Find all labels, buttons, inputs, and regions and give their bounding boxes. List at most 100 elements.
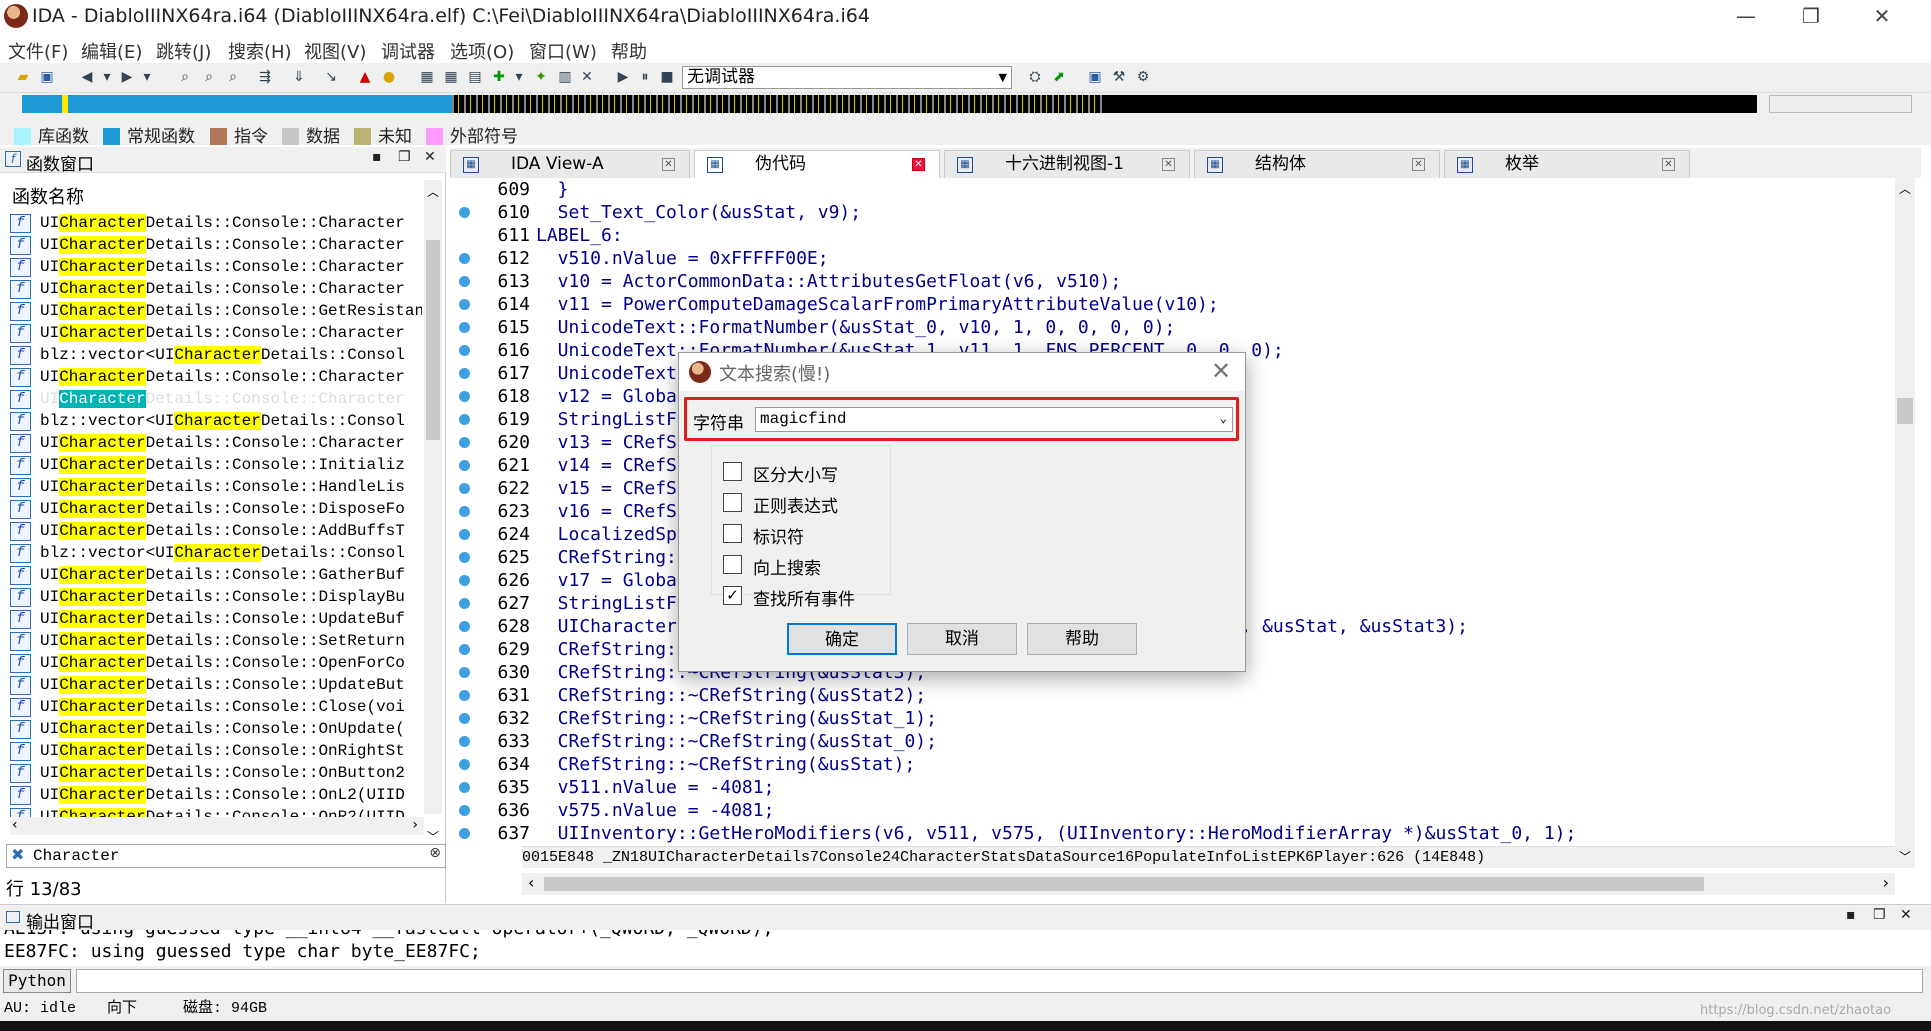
scroll-down-icon[interactable]: ﹀ [427, 828, 439, 845]
function-list-item[interactable]: f UICharacterDetails::Console::DisposeFo [10, 498, 422, 520]
menu-debugger[interactable]: 调试器 [381, 38, 435, 64]
function-list-item[interactable]: f UICharacterDetails::Console::AddBuffsT [10, 520, 422, 542]
breakpoint-dot[interactable] [459, 299, 470, 310]
function-list-item[interactable]: f UICharacterDetails::Console::Character [10, 256, 422, 278]
help-button[interactable]: 帮助 [1027, 623, 1137, 655]
close-window-button[interactable]: ✕ [1853, 0, 1911, 33]
function-list-item[interactable]: f UICharacterDetails::Console::Initializ [10, 454, 422, 476]
breakpoint-dot[interactable] [459, 552, 470, 563]
checkbox[interactable] [723, 493, 742, 512]
function-list-item[interactable]: f blz::vector<UICharacterDetails::Consol [10, 410, 422, 432]
tab-structures[interactable]: ▦ 结构体 ✕ [1194, 150, 1440, 178]
menu-edit[interactable]: 编辑(E) [81, 38, 142, 64]
add-icon[interactable]: ✚ [490, 68, 508, 86]
breakpoint-dot[interactable] [459, 805, 470, 816]
output-text[interactable]: AE15F: using guessed type __int64 __fast… [0, 930, 1908, 964]
minimize-pane-icon[interactable]: ▪ [1846, 907, 1856, 923]
function-list-item[interactable]: f blz::vector<UICharacterDetails::Consol [10, 344, 422, 366]
scroll-down-icon[interactable]: ﹀ [1899, 848, 1911, 865]
save-icon[interactable]: ▣ [38, 68, 56, 86]
function-list-item[interactable]: f UICharacterDetails::Console::Character [10, 234, 422, 256]
dropdown-icon[interactable]: ▾ [138, 68, 156, 86]
undefine-icon[interactable]: ✕ [578, 68, 596, 86]
function-filter-input[interactable]: ✖ Character ⊗ [6, 844, 446, 868]
function-list-item[interactable]: f blz::vector<UICharacterDetails::Consol [10, 542, 422, 564]
function-list-item[interactable]: f UICharacterDetails::Console::DisplayBu [10, 586, 422, 608]
navigation-band[interactable] [22, 95, 1757, 113]
breakpoint-dot[interactable] [459, 575, 470, 586]
restore-button[interactable]: ❐ [1782, 0, 1840, 33]
search-text-icon[interactable]: ⌕ [176, 68, 194, 86]
breakpoint-dot[interactable] [459, 391, 470, 402]
breakpoint-dot[interactable] [459, 736, 470, 747]
scroll-right-icon[interactable]: › [412, 817, 418, 833]
scroll-up-icon[interactable]: ︿ [427, 183, 439, 200]
breakpoint-dot[interactable] [459, 529, 470, 540]
breakpoint-dot[interactable] [459, 713, 470, 724]
pause-icon[interactable]: ⏸ [636, 68, 654, 86]
tab-close-icon[interactable]: ✕ [1162, 158, 1175, 171]
close-pane-icon[interactable]: ✕ [1900, 907, 1912, 923]
menu-search[interactable]: 搜索(H) [228, 38, 292, 64]
breakpoint-icon[interactable]: ⛭ [1026, 68, 1044, 86]
dialog-close-icon[interactable]: ✕ [1207, 357, 1235, 385]
breakpoint-dot[interactable] [459, 644, 470, 655]
function-list-item[interactable]: f UICharacterDetails::Console::UpdateBuf [10, 608, 422, 630]
breakpoint-dot[interactable] [459, 207, 470, 218]
breakpoint-dot[interactable] [459, 460, 470, 471]
close-pane-icon[interactable]: ✕ [424, 149, 436, 165]
breakpoint-dot[interactable] [459, 322, 470, 333]
open-icon[interactable]: ▰ [14, 68, 32, 86]
navigation-band-options[interactable] [1769, 95, 1912, 113]
scroll-thumb[interactable] [544, 877, 1704, 891]
tab-close-icon[interactable]: ✕ [1662, 158, 1675, 171]
checkbox[interactable]: ✓ [723, 586, 742, 605]
breakpoint-dot[interactable] [459, 253, 470, 264]
search-binary-icon[interactable]: ⌕ [200, 68, 218, 86]
graph-icon[interactable]: ▲ [356, 68, 374, 86]
function-list-item[interactable]: f UICharacterDetails::Console::GatherBuf [10, 564, 422, 586]
breakpoint-dot[interactable] [459, 437, 470, 448]
minimize-pane-icon[interactable]: ▪ [372, 149, 382, 165]
search-imm-icon[interactable]: ⌕ [224, 68, 242, 86]
python-command-input[interactable] [76, 969, 1923, 993]
float-pane-icon[interactable]: ❐ [1873, 907, 1886, 923]
structure-icon[interactable]: ▥ [556, 68, 574, 86]
breakpoint-dot[interactable] [459, 667, 470, 678]
menu-jump[interactable]: 跳转(J) [156, 38, 211, 64]
function-list-item[interactable]: f UICharacterDetails::Console::OnRightSt [10, 740, 422, 762]
pseudocode-hscrollbar[interactable]: ‹ › [522, 873, 1895, 895]
scroll-left-icon[interactable]: ‹ [528, 873, 534, 892]
tab-hex-view[interactable]: ▦ 十六进制视图-1 ✕ [944, 150, 1190, 178]
function-list-item[interactable]: f UICharacterDetails::Console::Character [10, 388, 422, 410]
debugger-select[interactable]: 无调试器 ▼ [682, 66, 1012, 89]
function-list-item[interactable]: f UICharacterDetails::Console::Character [10, 278, 422, 300]
calculator-icon[interactable]: ▣ [1086, 68, 1104, 86]
breakpoint-dot[interactable] [459, 828, 470, 839]
breakpoint-dot[interactable] [459, 414, 470, 425]
tab-close-icon[interactable]: ✕ [912, 158, 925, 171]
breakpoint-dot[interactable] [459, 483, 470, 494]
function-name-column-header[interactable]: 函数名称 [12, 183, 84, 209]
bookmark-icon[interactable]: ● [380, 68, 398, 86]
clear-filter-icon[interactable]: ⊗ [429, 845, 441, 861]
cancel-button[interactable]: 取消 [907, 623, 1017, 655]
checkbox[interactable] [723, 524, 742, 543]
menu-windows[interactable]: 窗口(W) [529, 38, 597, 64]
attach-icon[interactable]: ⬈ [1050, 68, 1068, 86]
forward-icon[interactable]: ▶ [118, 68, 136, 86]
function-list[interactable]: f UICharacterDetails::Console::Character f… [10, 212, 422, 817]
tab-close-icon[interactable]: ✕ [1412, 158, 1425, 171]
float-pane-icon[interactable]: ❐ [398, 149, 411, 165]
python-language-button[interactable]: Python [3, 969, 71, 993]
checkbox[interactable] [723, 462, 742, 481]
checkbox[interactable] [723, 555, 742, 574]
menu-view[interactable]: 视图(V) [304, 38, 366, 64]
breakpoint-dot[interactable] [459, 276, 470, 287]
scroll-right-icon[interactable]: › [1883, 873, 1889, 892]
search-next-icon[interactable]: ⇶ [256, 68, 274, 86]
scroll-thumb[interactable] [426, 240, 440, 440]
function-list-item[interactable]: f UICharacterDetails::Console::HandleLis [10, 476, 422, 498]
run-icon[interactable]: ▶ [614, 68, 632, 86]
breakpoint-dot[interactable] [459, 368, 470, 379]
